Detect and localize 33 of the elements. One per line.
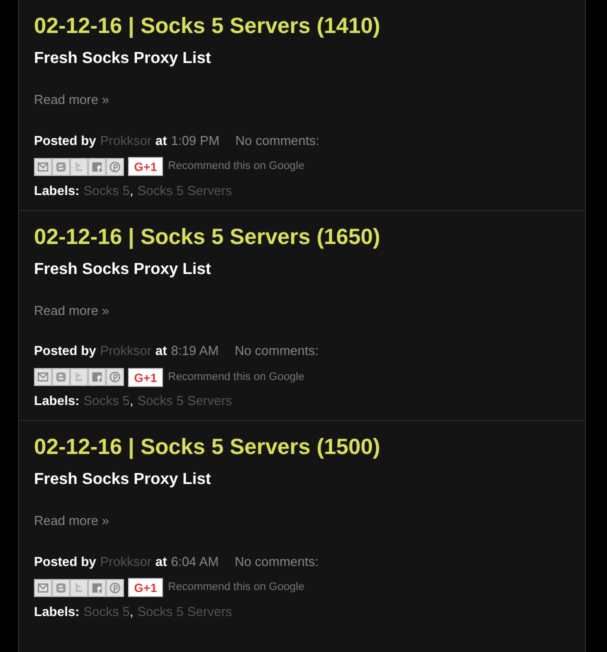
labels-caption: Labels: <box>34 602 80 621</box>
recommend-text: Recommend this on Google <box>168 159 304 174</box>
google-plus-button[interactable]: G+1 <box>128 578 164 597</box>
post-time-link[interactable]: 8:19 AM <box>170 341 219 361</box>
post-subtitle: Fresh Socks Proxy List <box>34 49 211 69</box>
label-separator: , <box>130 392 134 410</box>
label-separator: , <box>130 182 134 200</box>
read-more-link[interactable]: Read more » <box>34 511 110 530</box>
post-subtitle: Fresh Socks Proxy List <box>34 470 211 490</box>
post-subtitle: Fresh Socks Proxy List <box>34 260 211 280</box>
labels-caption: Labels: <box>34 392 80 410</box>
comments-link[interactable]: No comments: <box>235 130 320 150</box>
read-more-link[interactable]: Read more » <box>34 90 110 110</box>
read-more-link[interactable]: Read more » <box>34 300 110 320</box>
posted-by-label: Posted by <box>34 342 96 360</box>
comments-link[interactable]: No comments: <box>234 552 318 572</box>
google-plus-button[interactable]: G+1 <box>128 368 164 386</box>
post-title-link[interactable]: 02-12-16 | Socks 5 Servers (1500) <box>34 432 380 462</box>
google-plus-button[interactable]: G+1 <box>128 157 164 176</box>
comments-link[interactable]: No comments: <box>234 341 318 361</box>
posted-by-label: Posted by <box>34 132 96 150</box>
post-title-link[interactable]: 02-12-16 | Socks 5 Servers (1650) <box>34 222 380 252</box>
at-label: at <box>155 132 167 150</box>
posted-by-label: Posted by <box>34 552 96 571</box>
labels-caption: Labels: <box>34 182 80 200</box>
post-time-link[interactable]: 1:09 PM <box>170 130 220 150</box>
post-time-link[interactable]: 6:04 AM <box>170 552 219 572</box>
recommend-text: Recommend this on Google <box>168 580 304 596</box>
at-label: at <box>155 552 167 571</box>
label-separator: , <box>130 602 134 621</box>
post-title-link[interactable]: 02-12-16 | Socks 5 Servers (1410) <box>34 11 380 41</box>
at-label: at <box>155 342 167 360</box>
recommend-text: Recommend this on Google <box>168 370 304 385</box>
